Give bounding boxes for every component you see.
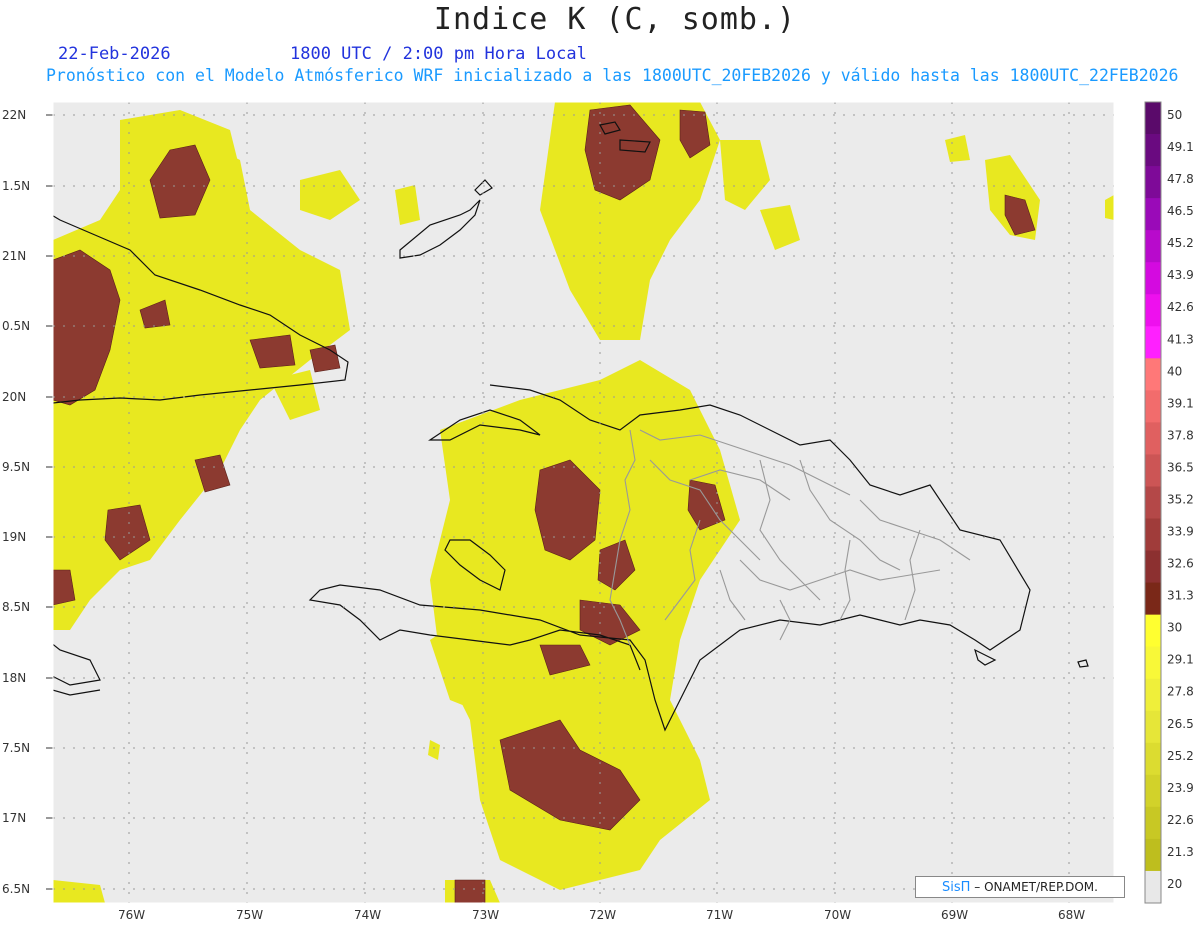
legend-swatches bbox=[1144, 101, 1162, 904]
legend-swatch bbox=[1145, 134, 1161, 167]
lat-label: 1.5N bbox=[2, 179, 30, 193]
lon-label: 69W bbox=[941, 908, 968, 922]
brand-logo: SisΠ bbox=[942, 880, 971, 895]
lon-label: 71W bbox=[706, 908, 733, 922]
legend-swatch bbox=[1145, 326, 1161, 359]
legend-swatch bbox=[1145, 550, 1161, 584]
legend-swatch bbox=[1145, 390, 1161, 423]
legend-swatch bbox=[1145, 614, 1161, 648]
legend-swatch bbox=[1145, 230, 1161, 263]
legend-swatch bbox=[1145, 166, 1161, 199]
legend-label: 40 bbox=[1167, 364, 1182, 378]
legend-label: 50 bbox=[1167, 108, 1182, 122]
lat-label: 9.5N bbox=[2, 460, 30, 474]
legend-label: 45.2 bbox=[1167, 236, 1194, 250]
legend-swatch bbox=[1145, 422, 1161, 455]
legend-label: 33.9 bbox=[1167, 525, 1194, 539]
color-scale-legend: 50 49.1 47.8 46.5 45.2 43.9 42.6 41.3 40 39.1 37.8… bbox=[1144, 101, 1194, 904]
forecast-date: 22-Feb-2026 bbox=[58, 44, 171, 64]
legend-label: 26.5 bbox=[1167, 717, 1194, 731]
lat-label: 0.5N bbox=[2, 319, 30, 333]
legend-label: 35.2 bbox=[1167, 492, 1194, 506]
credit-text: – ONAMET/REP.DOM. bbox=[974, 880, 1098, 894]
forecast-time: 1800 UTC / 2:00 pm Hora Local bbox=[290, 44, 587, 64]
legend-label: 20 bbox=[1167, 877, 1182, 891]
legend-label: 37.8 bbox=[1167, 428, 1194, 442]
legend-swatch bbox=[1145, 262, 1161, 295]
lat-label: 8.5N bbox=[2, 600, 30, 614]
chart-title: Indice K (C, somb.) bbox=[433, 2, 797, 37]
legend-swatch bbox=[1145, 742, 1161, 776]
legend-labels: 50 49.1 47.8 46.5 45.2 43.9 42.6 41.3 40 39.1 37.8… bbox=[1167, 108, 1194, 891]
legend-swatch bbox=[1145, 102, 1161, 135]
legend-swatch bbox=[1145, 582, 1161, 616]
legend-label: 30 bbox=[1167, 621, 1182, 635]
legend-swatch bbox=[1145, 294, 1161, 327]
lat-label: 17N bbox=[2, 811, 26, 825]
legend-label: 41.3 bbox=[1167, 332, 1194, 346]
latitude-labels: 22N 1.5N 21N 0.5N 20N 9.5N 19N 8.5N 18N … bbox=[2, 108, 30, 896]
lon-label: 76W bbox=[118, 908, 145, 922]
legend-label: 49.1 bbox=[1167, 140, 1194, 154]
legend-swatch bbox=[1145, 358, 1161, 391]
legend-swatch bbox=[1145, 838, 1161, 872]
legend-label: 23.9 bbox=[1167, 781, 1194, 795]
legend-swatch bbox=[1145, 870, 1161, 904]
legend-label: 31.3 bbox=[1167, 589, 1194, 603]
credit-box: SisΠ – ONAMET/REP.DOM. bbox=[915, 876, 1125, 898]
legend-label: 42.6 bbox=[1167, 300, 1194, 314]
lon-label: 73W bbox=[472, 908, 499, 922]
legend-label: 22.6 bbox=[1167, 813, 1194, 827]
legend-label: 39.1 bbox=[1167, 396, 1194, 410]
legend-label: 43.9 bbox=[1167, 268, 1194, 282]
legend-swatch bbox=[1145, 486, 1161, 520]
legend-label: 36.5 bbox=[1167, 460, 1194, 474]
lat-label: 18N bbox=[2, 671, 26, 685]
latitude-ticks bbox=[46, 114, 53, 890]
legend-label: 32.6 bbox=[1167, 557, 1194, 571]
legend-label: 25.2 bbox=[1167, 749, 1194, 763]
legend-label: 29.1 bbox=[1167, 653, 1194, 667]
lat-label: 19N bbox=[2, 530, 26, 544]
legend-swatch bbox=[1145, 806, 1161, 840]
lat-label: 6.5N bbox=[2, 882, 30, 896]
legend-swatch bbox=[1145, 646, 1161, 680]
lon-label: 75W bbox=[236, 908, 263, 922]
legend-label: 21.3 bbox=[1167, 845, 1194, 859]
lon-label: 72W bbox=[589, 908, 616, 922]
lat-label: 22N bbox=[2, 108, 26, 122]
lon-label: 74W bbox=[354, 908, 381, 922]
legend-swatch bbox=[1145, 774, 1161, 808]
lat-label: 20N bbox=[2, 390, 26, 404]
legend-swatch bbox=[1145, 198, 1161, 231]
lon-label: 70W bbox=[824, 908, 851, 922]
legend-swatch bbox=[1145, 518, 1161, 552]
lon-label: 68W bbox=[1058, 908, 1085, 922]
legend-label: 47.8 bbox=[1167, 172, 1194, 186]
legend-label: 27.8 bbox=[1167, 685, 1194, 699]
weather-map: 22N 1.5N 21N 0.5N 20N 9.5N 19N 8.5N 18N … bbox=[2, 101, 1115, 922]
longitude-labels: 76W 75W 74W 73W 72W 71W 70W 69W 68W bbox=[118, 908, 1085, 922]
legend-swatch bbox=[1145, 678, 1161, 712]
legend-swatch bbox=[1145, 454, 1161, 487]
legend-swatch bbox=[1145, 710, 1161, 744]
forecast-description: Pronóstico con el Modelo Atmósferico WRF… bbox=[46, 66, 1179, 85]
lat-label: 21N bbox=[2, 249, 26, 263]
lat-label: 7.5N bbox=[2, 741, 30, 755]
legend-label: 46.5 bbox=[1167, 204, 1194, 218]
